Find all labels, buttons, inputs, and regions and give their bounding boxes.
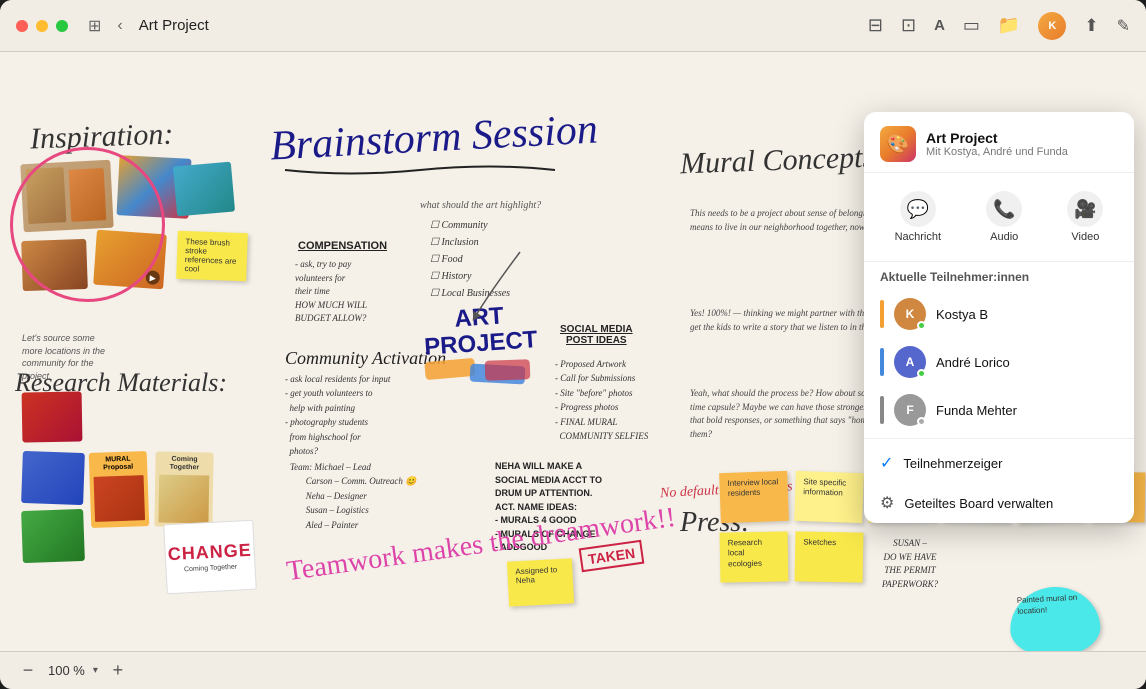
media-icon[interactable]: ▭ (963, 15, 980, 36)
participant-kostya[interactable]: K Kostya B (864, 290, 1134, 338)
participant-funda[interactable]: F Funda Mehter (864, 386, 1134, 434)
page-title: Art Project (139, 17, 868, 34)
kostya-avatar: K (894, 298, 926, 330)
table-icon[interactable]: ⊟ (868, 15, 883, 36)
andre-name: André Lorico (936, 355, 1118, 370)
zoom-out-button[interactable]: − (16, 659, 40, 683)
andre-avatar: A (894, 346, 926, 378)
share-icon[interactable]: ⬆ (1084, 16, 1098, 36)
panel-divider-1 (864, 438, 1134, 439)
highlight-list: ☐ Community ☐ Inclusion ☐ Food ☐ History… (430, 217, 510, 302)
research-photo-2 (21, 451, 85, 505)
main-window: ⊞ ‹ Art Project ⊟ ⊡ A ▭ 📁 K ⬆ ✎ Inspirat… (0, 0, 1146, 689)
project-icon: 🎨 (880, 126, 916, 162)
teilnehmerzeiger-label: Teilnehmerzeiger (903, 456, 1002, 471)
coming-together-book: Coming Together (154, 451, 213, 527)
mural-concepts-title: Mural Concepts (679, 141, 874, 182)
funda-status-dot (917, 417, 926, 426)
inspiration-photo-5 (173, 162, 235, 217)
zoom-in-button[interactable]: + (106, 659, 130, 683)
board-manage-item[interactable]: ⚙ Geteiltes Board verwalten (864, 483, 1134, 523)
participant-andre[interactable]: A André Lorico (864, 338, 1134, 386)
back-button[interactable]: ‹ (113, 15, 126, 37)
zoom-control: − 100 % ▾ + (16, 659, 130, 683)
kostya-status-dot (917, 321, 926, 330)
panel-header: 🎨 Art Project Mit Kostya, André und Fund… (864, 112, 1134, 173)
traffic-lights (16, 20, 68, 32)
copy-icon[interactable]: ⊡ (901, 15, 916, 36)
social-media-list: - Proposed Artwork - Call for Submission… (555, 357, 648, 443)
video-button[interactable]: 🎥 Video (1055, 185, 1115, 249)
compensation-heading: COMPENSATION (298, 240, 387, 252)
sticky-research[interactable]: Research local ecologies (720, 531, 789, 582)
art-project-bubble: ART PROJECT (415, 300, 545, 395)
compensation-notes: - ask, try to pay volunteers for their t… (295, 258, 367, 326)
zoom-level[interactable]: 100 % (48, 663, 85, 678)
edit-icon[interactable]: ✎ (1117, 16, 1130, 36)
gear-icon: ⚙ (880, 493, 894, 513)
close-button[interactable] (16, 20, 28, 32)
panel-actions: 💬 Nachricht 📞 Audio 🎥 Video (864, 173, 1134, 262)
message-label: Nachricht (895, 231, 941, 243)
maximize-button[interactable] (56, 20, 68, 32)
minimize-button[interactable] (36, 20, 48, 32)
sticky-site-info[interactable]: Site specific information (794, 471, 864, 523)
project-subtitle: Mit Kostya, André und Funda (926, 146, 1068, 158)
message-button[interactable]: 💬 Nachricht (883, 185, 953, 249)
sticky-interview[interactable]: Interview local residents (719, 471, 789, 523)
funda-color-bar (880, 396, 884, 424)
sidebar-toggle[interactable]: ⊞ (84, 14, 105, 38)
community-activation-notes: - ask local residents for input - get yo… (285, 372, 390, 458)
andre-status-dot (917, 369, 926, 378)
sticky-brush-strokes[interactable]: These brush stroke references are cool (176, 231, 248, 281)
team-names: Team: Michael – Lead Carson – Comm. Outr… (290, 460, 416, 532)
audio-icon: 📞 (986, 191, 1022, 227)
text-icon[interactable]: A (934, 17, 945, 34)
kostya-name: Kostya B (936, 307, 1118, 322)
project-name: Art Project (926, 130, 1068, 146)
toolbar-tools: ⊟ ⊡ A ▭ 📁 K ⬆ ✎ (868, 12, 1130, 40)
mural-proposal-book: MURALProposal (89, 451, 150, 528)
canvas-area[interactable]: Inspiration: Brainstorm Session Mural Co… (0, 52, 1146, 651)
video-icon: 🎥 (1067, 191, 1103, 227)
brainstorm-title: Brainstorm Session (269, 105, 599, 170)
folder-icon[interactable]: 📁 (998, 15, 1020, 36)
audio-button[interactable]: 📞 Audio (974, 185, 1034, 249)
video-label: Video (1071, 231, 1099, 243)
zoom-dropdown-icon[interactable]: ▾ (93, 665, 98, 676)
user-avatar[interactable]: K (1038, 12, 1066, 40)
board-manage-label: Geteiltes Board verwalten (904, 496, 1053, 511)
highlight-question: what should the art highlight? (420, 200, 541, 211)
checkmark-icon: ✓ (880, 453, 893, 473)
research-photo-1 (22, 391, 83, 442)
titlebar: ⊞ ‹ Art Project ⊟ ⊡ A ▭ 📁 K ⬆ ✎ (0, 0, 1146, 52)
change-book: CHANGE Coming Together (163, 520, 257, 595)
nav-buttons: ⊞ ‹ (84, 14, 127, 38)
assigned-sticky[interactable]: Assigned toNeha (507, 558, 574, 606)
susan-note: SUSAN –DO WE HAVETHE PERMITPAPERWORK? (850, 537, 970, 591)
message-icon: 💬 (900, 191, 936, 227)
andre-color-bar (880, 348, 884, 376)
research-label: Research Materials: (15, 368, 227, 398)
social-media-heading: SOCIAL MEDIAPOST IDEAS (560, 324, 633, 346)
audio-label: Audio (990, 231, 1018, 243)
funda-name: Funda Mehter (936, 403, 1118, 418)
bottom-bar: − 100 % ▾ + (0, 651, 1146, 689)
research-photo-3 (21, 509, 85, 563)
kostya-color-bar (880, 300, 884, 328)
funda-avatar: F (894, 394, 926, 426)
teilnehmerzeiger-item[interactable]: ✓ Teilnehmerzeiger (864, 443, 1134, 483)
collab-panel: 🎨 Art Project Mit Kostya, André und Fund… (864, 112, 1134, 523)
participants-section-title: Aktuelle Teilnehmer:innen (864, 262, 1134, 290)
sticky-painted-mural[interactable]: Painted mural on location! (1008, 585, 1102, 651)
